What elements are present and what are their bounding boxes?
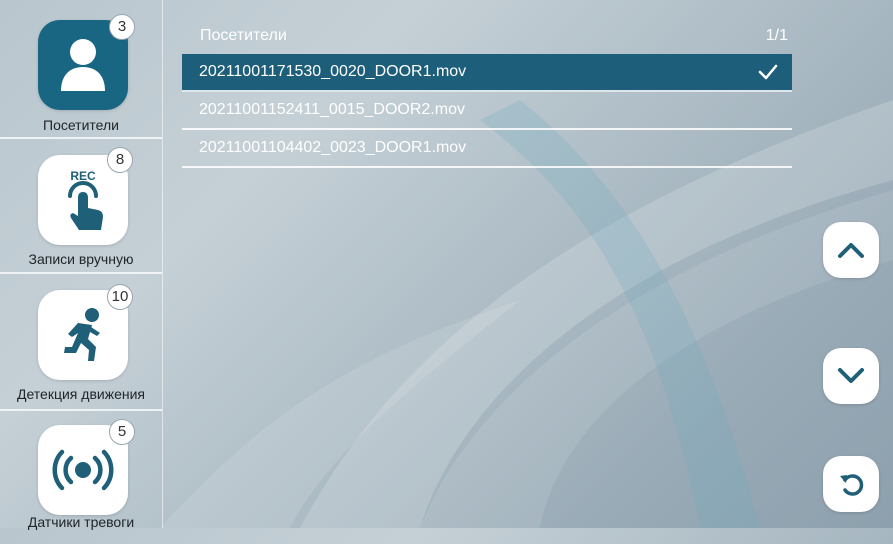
sidebar-item-alarm-sensors[interactable]: 5 Датчики тревоги bbox=[0, 409, 162, 544]
file-name: 20211001104402_0023_DOOR1.mov bbox=[199, 139, 467, 156]
list-item[interactable]: 20211001104402_0023_DOOR1.mov bbox=[182, 130, 792, 168]
svg-text:REC: REC bbox=[70, 169, 96, 183]
alarm-sensors-badge: 5 bbox=[109, 419, 135, 445]
alarm-signal-icon bbox=[52, 449, 114, 491]
list-item[interactable]: 20211001152411_0015_DOOR2.mov bbox=[182, 92, 792, 130]
file-name: 20211001171530_0020_DOOR1.mov bbox=[199, 63, 467, 80]
scroll-down-button[interactable] bbox=[823, 348, 879, 404]
back-button[interactable] bbox=[823, 456, 879, 512]
rec-hand-icon: REC bbox=[68, 169, 103, 230]
sidebar: 3 Посетители REC 8 Записи вручную 10 Дет… bbox=[0, 0, 163, 530]
sidebar-item-label: Посетители bbox=[43, 117, 119, 133]
manual-records-badge: 8 bbox=[107, 147, 133, 173]
sidebar-item-label: Записи вручную bbox=[28, 251, 134, 267]
sidebar-item-label: Детекция движения bbox=[17, 386, 145, 402]
motion-detection-badge: 10 bbox=[107, 284, 133, 310]
chevron-down-icon bbox=[838, 368, 864, 383]
chevron-up-icon bbox=[838, 243, 864, 258]
page-indicator: 1/1 bbox=[765, 27, 788, 44]
scroll-up-button[interactable] bbox=[823, 222, 879, 278]
back-arrow-icon bbox=[840, 474, 864, 496]
sidebar-item-visitors[interactable]: 3 Посетители bbox=[0, 0, 162, 133]
sidebar-item-motion-detection[interactable]: 10 Детекция движения bbox=[0, 272, 162, 407]
file-list: 20211001171530_0020_DOOR1.mov 2021100115… bbox=[182, 54, 792, 168]
list-item[interactable]: 20211001171530_0020_DOOR1.mov bbox=[182, 54, 792, 92]
visitors-badge: 3 bbox=[109, 14, 135, 40]
list-title: Посетители bbox=[200, 27, 287, 44]
person-icon bbox=[61, 39, 105, 91]
file-name: 20211001152411_0015_DOOR2.mov bbox=[199, 101, 465, 118]
sidebar-item-manual-records[interactable]: REC 8 Записи вручную bbox=[0, 137, 162, 272]
running-man-icon bbox=[64, 308, 100, 361]
check-icon bbox=[758, 54, 778, 90]
